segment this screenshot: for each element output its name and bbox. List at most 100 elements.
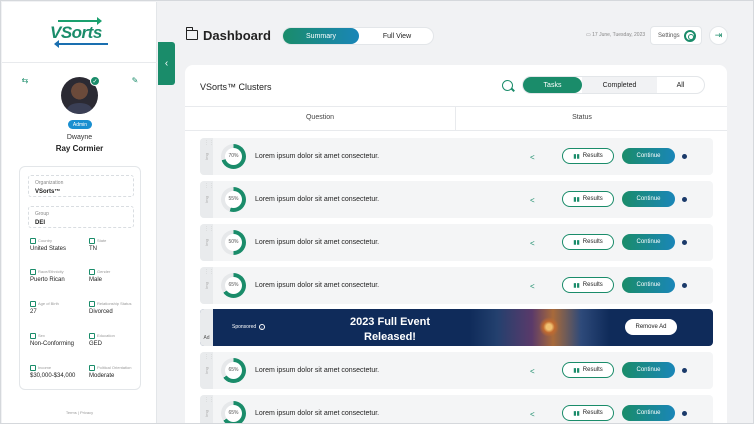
status-dot <box>682 368 687 373</box>
logo-arrow-left-icon <box>54 40 108 48</box>
collapse-sidebar-button[interactable]: ‹ <box>158 42 175 85</box>
share-icon[interactable]: < <box>530 196 535 205</box>
table-header-top-border <box>185 106 727 107</box>
drag-handle-icon[interactable]: ⋮⋮ <box>204 227 214 232</box>
cluster-row[interactable]: ⋮⋮ Img 50% Lorem ipsum dolor sit amet conse… <box>200 224 713 261</box>
date-text: 17 June, Tuesday, 2023 <box>592 32 646 38</box>
results-button[interactable]: ▮▮ Results <box>562 234 614 250</box>
bar-chart-icon: ▮▮ <box>573 239 580 246</box>
row-tag[interactable]: ⋮⋮ Img <box>200 224 214 261</box>
field-value: Moderate <box>89 373 115 379</box>
role-badge: Admin <box>68 120 92 129</box>
chevron-left-icon: ‹ <box>164 58 169 69</box>
field-label: State <box>89 238 106 244</box>
swap-icon[interactable]: ⇆ <box>19 74 31 86</box>
continue-button[interactable]: Continue <box>622 277 675 293</box>
sponsored-label: Sponsored <box>232 324 257 330</box>
results-button[interactable]: ▮▮ Results <box>562 191 614 207</box>
tab-all[interactable]: All <box>657 77 704 93</box>
results-button[interactable]: ▮▮ Results <box>562 362 614 378</box>
question-text: Lorem ipsum dolor sit amet consectetur. <box>255 239 380 246</box>
edit-icon[interactable]: ✎ <box>129 74 141 86</box>
continue-button[interactable]: Continue <box>622 234 675 250</box>
date-display: ▭ 17 June, Tuesday, 2023 <box>586 32 645 38</box>
row-tag-label: Img <box>204 367 209 374</box>
cluster-row[interactable]: ⋮⋮ Img 55% Lorem ipsum dolor sit amet conse… <box>200 181 713 218</box>
continue-button[interactable]: Continue <box>622 191 675 207</box>
row-tag[interactable]: ⋮⋮ Img <box>200 181 214 218</box>
row-tag[interactable]: ⋮⋮ Img <box>200 267 214 304</box>
tab-completed[interactable]: Completed <box>582 77 657 93</box>
tab-summary[interactable]: Summary <box>283 28 359 44</box>
progress-ring: 65% <box>221 273 246 298</box>
results-button[interactable]: ▮▮ Results <box>562 148 614 164</box>
share-icon[interactable]: < <box>530 239 535 248</box>
field-race: Race/Ethnicity Puerto Rican <box>30 269 85 289</box>
progress-ring: 65% <box>221 401 246 423</box>
field-label: Political Orientation <box>89 365 131 371</box>
progress-percent: 70% <box>228 153 239 159</box>
field-value: GED <box>89 341 103 347</box>
column-header-question: Question <box>305 114 335 121</box>
cluster-row[interactable]: ⋮⋮ Img 65% Lorem ipsum dolor sit amet conse… <box>200 395 713 423</box>
field-sex: Sex Non-Conforming <box>30 333 85 353</box>
drag-handle-icon[interactable]: ⋮⋮ <box>204 355 214 360</box>
results-label: Results <box>582 239 603 245</box>
bar-chart-icon: ▮▮ <box>573 153 580 160</box>
cluster-row[interactable]: ⋮⋮ Img 70% Lorem ipsum dolor sit amet conse… <box>200 138 713 175</box>
row-tag[interactable]: ⋮⋮ Img <box>200 352 214 389</box>
gear-icon <box>684 30 696 42</box>
row-tag[interactable]: ⋮⋮ Img <box>200 395 214 423</box>
column-header-status: Status <box>572 114 592 121</box>
table-header-bottom-border <box>185 130 727 131</box>
question-text: Lorem ipsum dolor sit amet consectetur. <box>255 153 380 160</box>
bar-chart-icon: ▮▮ <box>573 367 580 374</box>
results-label: Results <box>582 367 603 373</box>
field-value: Puerto Rican <box>30 277 65 283</box>
clusters-card: VSorts™ Clusters Tasks Completed All Que… <box>185 65 727 423</box>
cluster-row[interactable]: ⋮⋮ Img 65% Lorem ipsum dolor sit amet conse… <box>200 267 713 304</box>
clusters-title: VSorts™ Clusters <box>200 82 272 92</box>
drag-handle-icon[interactable]: ⋮⋮ <box>204 141 214 146</box>
field-label: Education <box>89 333 115 339</box>
share-icon[interactable]: < <box>530 410 535 419</box>
vsorts-logo[interactable]: VSorts <box>48 17 110 48</box>
share-icon[interactable]: < <box>530 282 535 291</box>
settings-button[interactable]: Settings <box>650 26 702 45</box>
share-icon[interactable]: < <box>530 153 535 162</box>
field-value: $30,000-$34,000 <box>30 373 76 379</box>
continue-button[interactable]: Continue <box>622 362 675 378</box>
folder-icon <box>185 27 198 40</box>
results-button[interactable]: ▮▮ Results <box>562 277 614 293</box>
app-frame: VSorts ⇆ ✎ ✓ Admin Dwayne Ray Cormier Or… <box>0 0 754 424</box>
group-box: Group DEI <box>28 206 134 228</box>
info-icon[interactable]: i <box>259 324 265 330</box>
sidebar-divider <box>2 62 157 63</box>
cluster-row[interactable]: ⋮⋮ Img 65% Lorem ipsum dolor sit amet conse… <box>200 352 713 389</box>
logout-button[interactable]: ⇥ <box>709 26 728 45</box>
ad-banner[interactable]: Ad Sponsored i 2023 Full Event Released!… <box>200 309 713 346</box>
share-icon[interactable]: < <box>530 367 535 376</box>
user-first-name: Dwayne <box>66 134 93 141</box>
tab-tasks[interactable]: Tasks <box>523 77 582 93</box>
ad-artwork <box>469 309 609 346</box>
field-label: Relationship Status <box>89 301 131 307</box>
search-icon[interactable] <box>502 80 513 91</box>
results-button[interactable]: ▮▮ Results <box>562 405 614 421</box>
results-label: Results <box>582 282 603 288</box>
continue-button[interactable]: Continue <box>622 148 675 164</box>
sidebar-footer-links[interactable]: Terms | Privacy <box>2 410 157 415</box>
remove-ad-button[interactable]: Remove Ad <box>625 319 677 335</box>
continue-button[interactable]: Continue <box>622 405 675 421</box>
drag-handle-icon[interactable]: ⋮⋮ <box>204 184 214 189</box>
drag-handle-icon[interactable]: ⋮⋮ <box>204 398 214 403</box>
tab-full-view[interactable]: Full View <box>359 28 435 44</box>
field-value: Divorced <box>89 309 113 315</box>
bar-chart-icon: ▮▮ <box>573 410 580 417</box>
field-country: Country United States <box>30 238 85 258</box>
field-label: Country <box>30 238 52 244</box>
results-label: Results <box>582 153 603 159</box>
field-value: 27 <box>30 309 37 315</box>
row-tag[interactable]: ⋮⋮ Img <box>200 138 214 175</box>
drag-handle-icon[interactable]: ⋮⋮ <box>204 270 214 275</box>
